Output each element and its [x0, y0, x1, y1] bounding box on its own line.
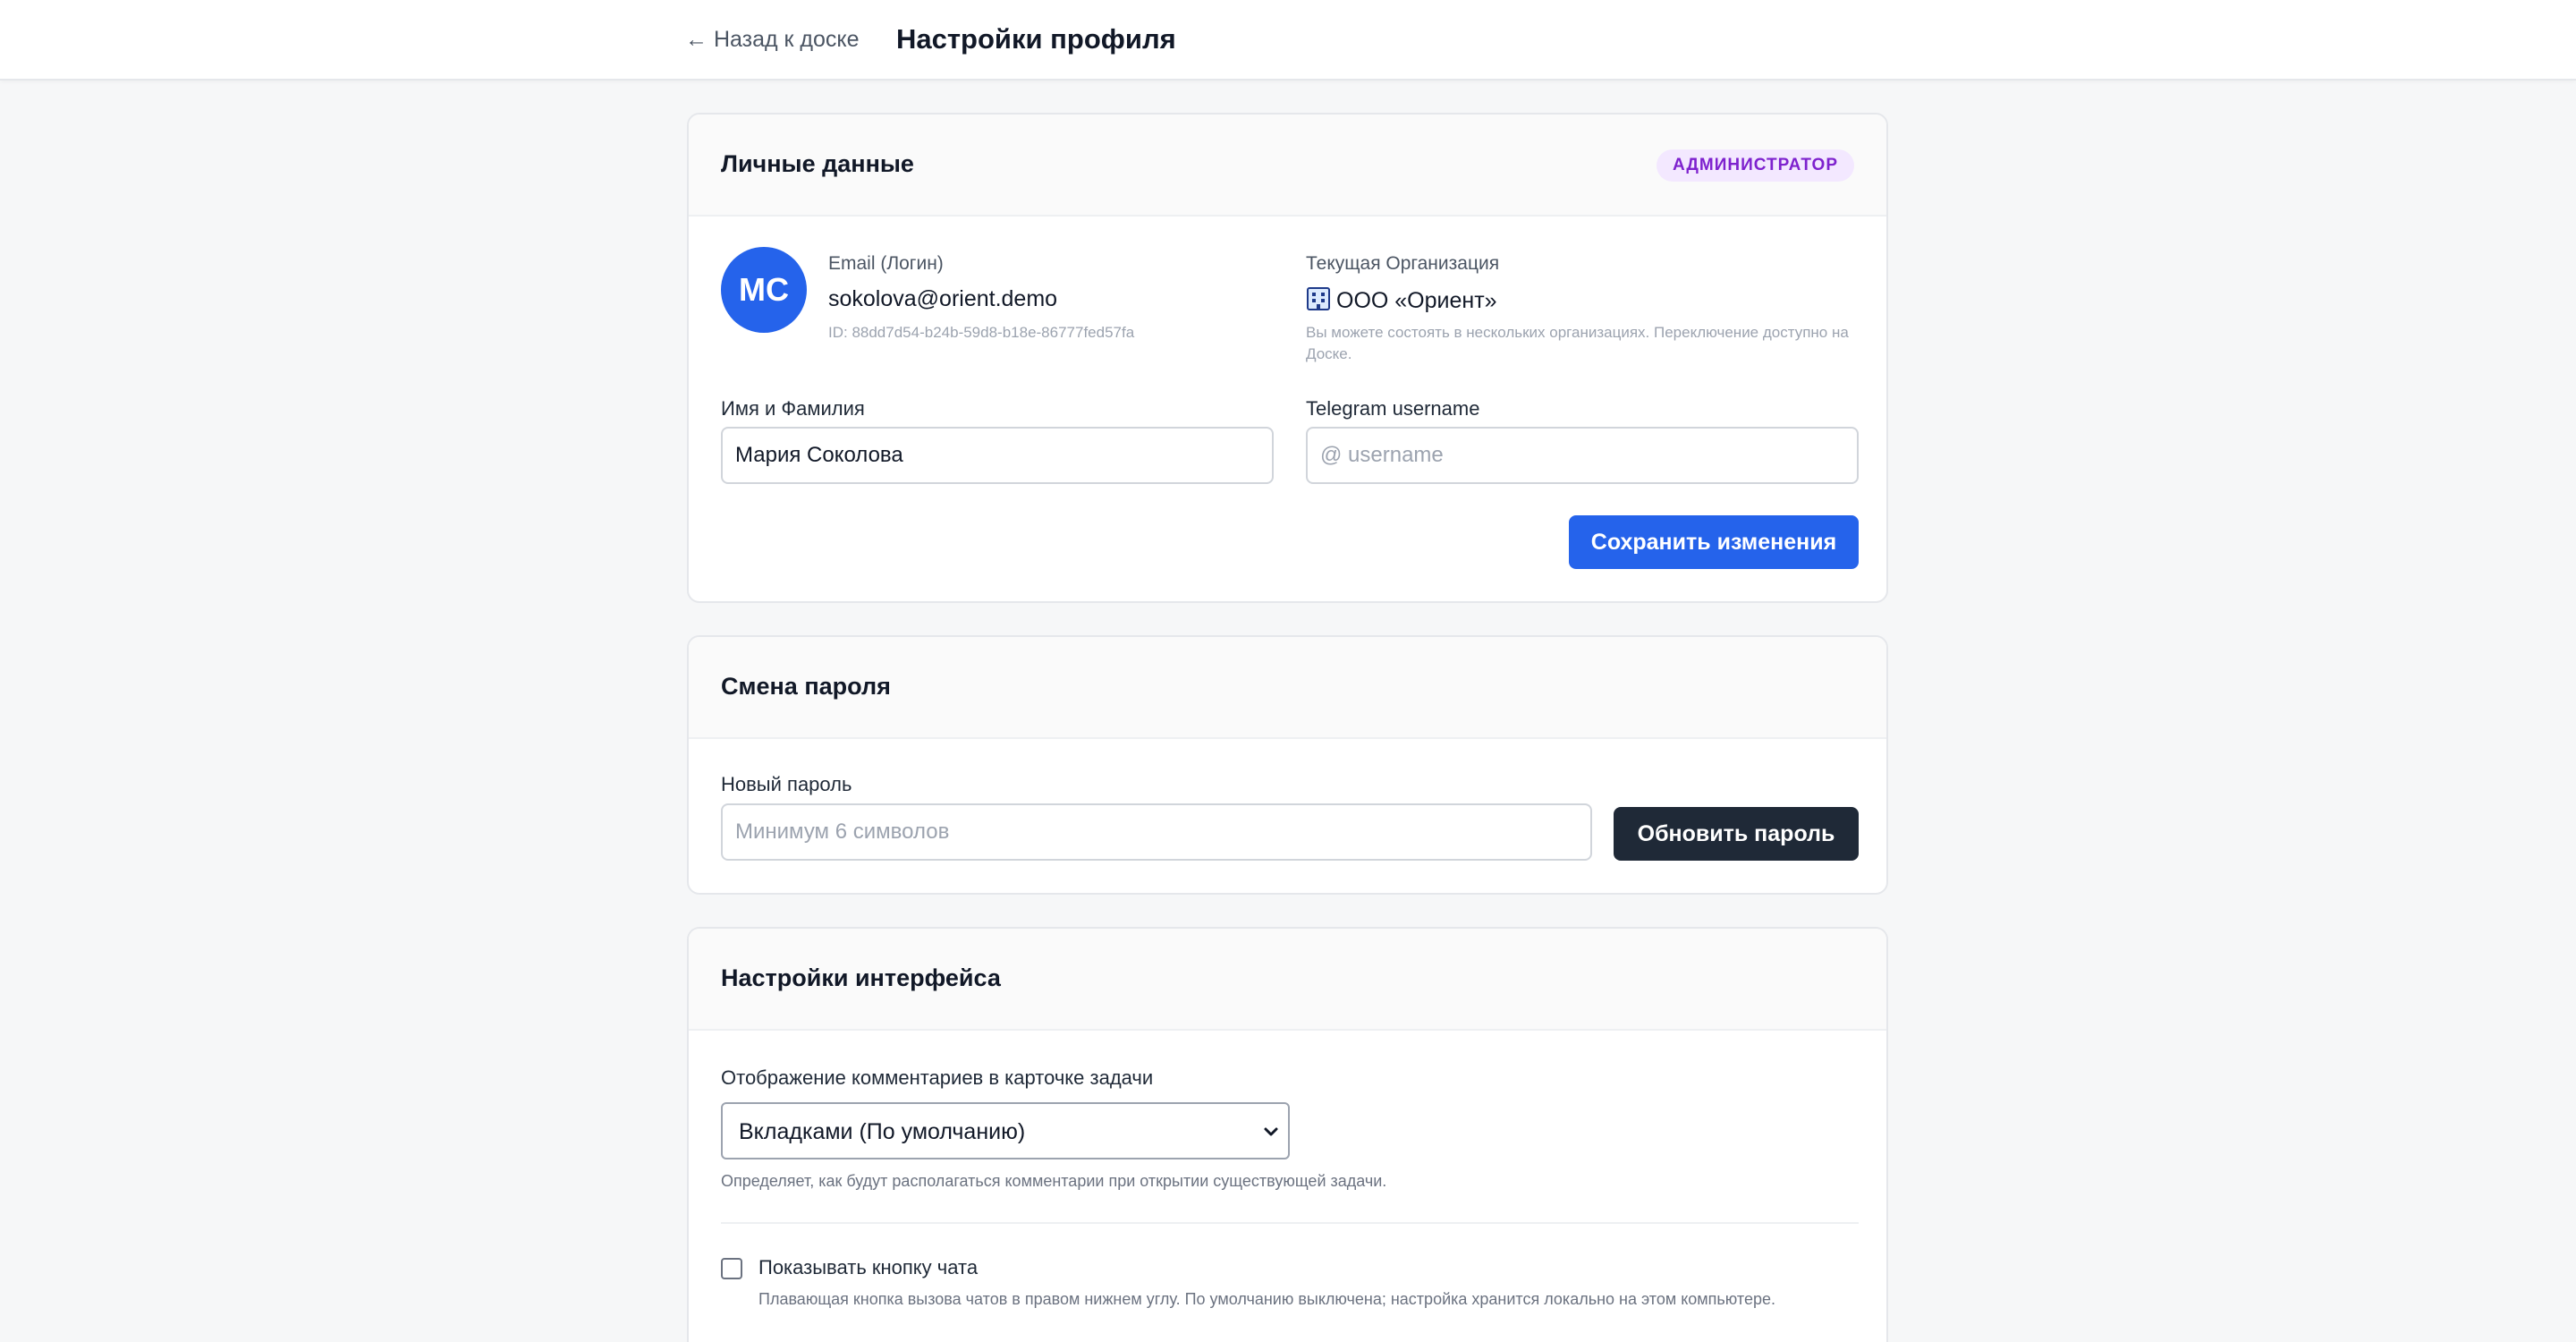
show-chat-hint: Плавающая кнопка вызова чатов в правом н…	[758, 1290, 1775, 1308]
top-bar: ← Назад к доске Настройки профиля	[0, 0, 2576, 81]
show-chat-label[interactable]: Показывать кнопку чата	[758, 1256, 978, 1279]
page-title: Настройки профиля	[896, 23, 1176, 55]
org-hint: Вы можете состоять в нескольких организа…	[1306, 324, 1849, 362]
update-password-button[interactable]: Обновить пароль	[1614, 807, 1859, 861]
comments-display-hint: Определяет, как будут располагаться комм…	[721, 1172, 1387, 1190]
name-label: Имя и Фамилия	[721, 397, 865, 420]
password-header: Смена пароля	[689, 637, 1886, 739]
role-badge: АДМИНИСТРАТОР	[1656, 149, 1854, 182]
user-id: ID: 88dd7d54-b24b-59d8-b18e-86777fed57fa	[828, 324, 1135, 341]
org-name: ООО «Ориент»	[1336, 288, 1497, 313]
org-value: ООО «Ориент»	[1306, 286, 1497, 314]
comments-display-select[interactable]: Вкладками (По умолчанию)	[721, 1102, 1290, 1159]
email-label: Email (Логин)	[828, 253, 944, 274]
name-input[interactable]	[721, 427, 1274, 484]
email-value: sokolova@orient.demo	[828, 286, 1058, 311]
avatar: МС	[721, 247, 807, 333]
comments-display-label: Отображение комментариев в карточке зада…	[721, 1066, 1154, 1089]
new-password-label: Новый пароль	[721, 773, 852, 795]
personal-data-header: Личные данные АДМИНИСТРАТОР	[689, 115, 1886, 217]
telegram-input[interactable]	[1306, 427, 1859, 484]
telegram-label: Telegram username	[1306, 397, 1480, 420]
section-divider	[721, 1222, 1859, 1224]
personal-data-card: Личные данные АДМИНИСТРАТОР МС Email (Ло…	[687, 113, 1888, 603]
chevron-down-icon	[1264, 1127, 1278, 1136]
new-password-input[interactable]	[721, 803, 1592, 861]
back-to-board-link[interactable]: ← Назад к доске	[685, 27, 860, 53]
interface-title: Настройки интерфейса	[721, 964, 1001, 991]
password-title: Смена пароля	[721, 673, 891, 700]
personal-data-title: Личные данные	[721, 150, 914, 177]
interface-settings-card: Настройки интерфейса Отображение коммент…	[687, 927, 1888, 1342]
show-chat-checkbox[interactable]	[721, 1258, 742, 1279]
building-icon	[1307, 287, 1330, 310]
save-changes-button[interactable]: Сохранить изменения	[1569, 515, 1859, 569]
org-label: Текущая Организация	[1306, 253, 1500, 274]
password-card: Смена пароля Новый пароль Обновить парол…	[687, 635, 1888, 895]
comments-display-selected: Вкладками (По умолчанию)	[739, 1119, 1026, 1144]
interface-header: Настройки интерфейса	[689, 929, 1886, 1031]
